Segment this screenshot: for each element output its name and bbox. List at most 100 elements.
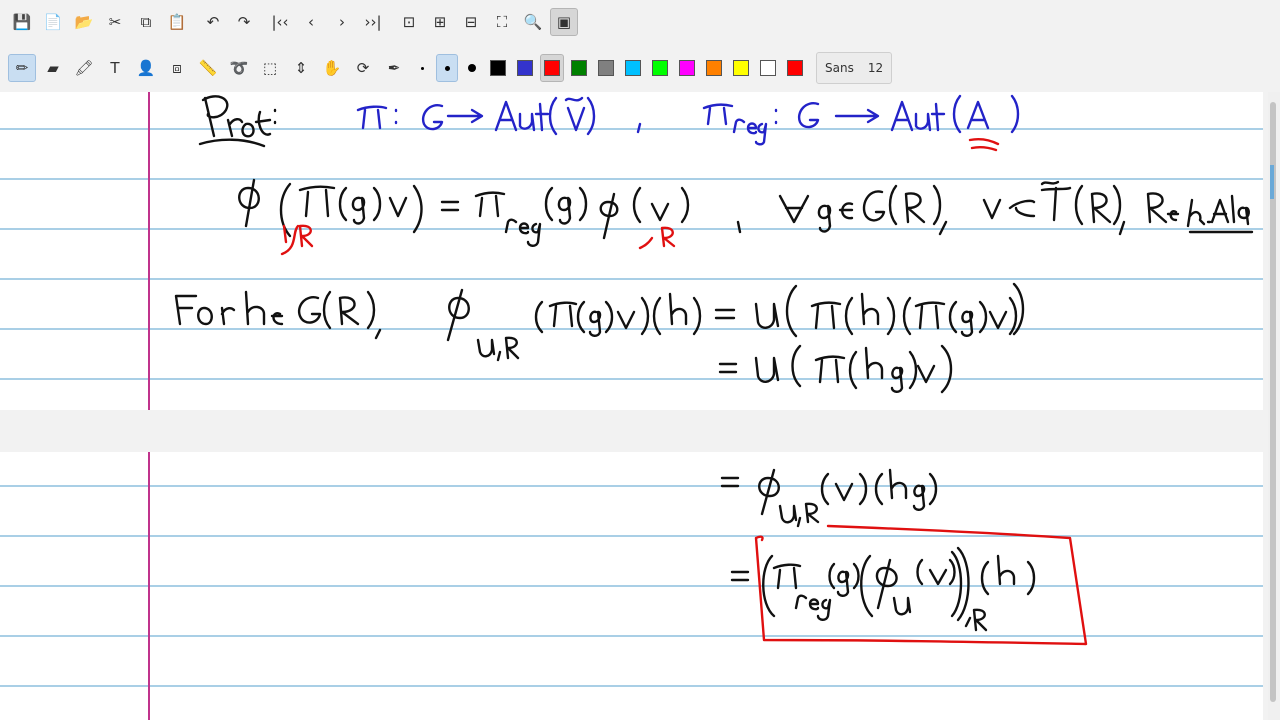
color-swatch-icon: [706, 60, 722, 76]
font-size: 12: [867, 61, 884, 75]
dot-icon: [468, 64, 476, 72]
pen-settings-icon: ✒: [387, 59, 401, 77]
blue-equation-ink: [356, 94, 1020, 146]
fullscreen-icon: ⛶: [496, 13, 508, 31]
zoom-fit-button[interactable]: ⊡: [395, 8, 423, 36]
pen-settings-tool[interactable]: ✒: [380, 54, 408, 82]
rect-select-tool[interactable]: ⬚: [256, 54, 284, 82]
pen-size-fine[interactable]: [411, 54, 433, 82]
color-light-blue[interactable]: [621, 54, 645, 82]
select-rect-icon: ⬚: [262, 59, 278, 77]
color-swatch-icon: [679, 60, 695, 76]
color-blue[interactable]: [513, 54, 537, 82]
scroll-position-indicator: [1270, 165, 1274, 199]
image-tool[interactable]: 👤: [132, 54, 160, 82]
hand-icon: ✋: [322, 59, 342, 77]
color-swatch-icon: [490, 60, 506, 76]
color-swatch-icon: [652, 60, 668, 76]
color-current[interactable]: [783, 54, 807, 82]
color-green[interactable]: [567, 54, 591, 82]
new-page-button[interactable]: 📄: [39, 8, 67, 36]
color-light-green[interactable]: [648, 54, 672, 82]
shape-icon: ⧈: [172, 59, 182, 77]
shrink-icon: ⊟: [464, 13, 478, 31]
presentation-icon: ▣: [556, 13, 572, 31]
fit-width-icon: ⊞: [433, 13, 447, 31]
lasso-icon: ➰: [229, 59, 249, 77]
color-red[interactable]: [540, 54, 564, 82]
next-page-button[interactable]: ›: [328, 8, 356, 36]
first-page-button[interactable]: |‹‹: [266, 8, 294, 36]
color-orange[interactable]: [702, 54, 726, 82]
paste-button[interactable]: 📋: [163, 8, 191, 36]
shape-tool[interactable]: ⧈: [163, 54, 191, 82]
color-swatch-icon: [517, 60, 533, 76]
ruler-icon: 📏: [198, 59, 218, 77]
text-icon: T: [110, 59, 120, 77]
color-magenta[interactable]: [675, 54, 699, 82]
open-button[interactable]: 📂: [70, 8, 98, 36]
proof-label-ink: [198, 95, 277, 148]
redo-button[interactable]: ↷: [230, 8, 258, 36]
copy-button[interactable]: ⧉: [132, 8, 160, 36]
undo-button[interactable]: ↶: [199, 8, 227, 36]
zoom-button[interactable]: 🔍: [519, 8, 547, 36]
chevron-left-icon: ‹: [308, 13, 314, 31]
red-subscript-ink: [280, 224, 676, 256]
zoom-width-button[interactable]: ⊞: [426, 8, 454, 36]
save-button[interactable]: 💾: [8, 8, 36, 36]
red-underline-ink: [968, 138, 1000, 152]
color-swatch-icon: [787, 60, 803, 76]
journal-page-2[interactable]: [0, 452, 1263, 720]
copy-icon: ⧉: [140, 13, 152, 31]
final-equality-ink: [730, 546, 1036, 632]
lasso-select-tool[interactable]: ➰: [225, 54, 253, 82]
pen-size-medium[interactable]: [436, 54, 458, 82]
fullscreen-button[interactable]: ⛶: [488, 8, 516, 36]
presentation-button[interactable]: ▣: [550, 8, 578, 36]
last-page-button[interactable]: ››|: [359, 8, 387, 36]
font-selector-button[interactable]: Sans 12: [816, 52, 893, 84]
main-toolbar: 💾 📄 📂 ✂ ⧉ 📋 ↶ ↷ |‹‹ ‹ › ››| ⊡ ⊞ ⊟ ⛶ 🔍 ▣: [0, 6, 1278, 38]
dot-icon: [420, 66, 424, 70]
magnifier-icon: 🔍: [523, 13, 543, 31]
chevron-right-icon: ›: [339, 13, 345, 31]
highlighter-tool[interactable]: 🖍: [70, 54, 98, 82]
color-swatch-icon: [733, 60, 749, 76]
zoom-out-fit-button[interactable]: ⊟: [457, 8, 485, 36]
equivariance-equation-ink: [238, 178, 1254, 247]
tools-toolbar: ✏ ▰ 🖍 T 👤 ⧈ 📏 ➰ ⬚ ⇕ ✋ ⟳ ✒ Sans 12: [0, 51, 1278, 85]
folder-icon: 📂: [74, 13, 94, 31]
new-file-icon: 📄: [43, 13, 63, 31]
vertical-space-icon: ⇕: [294, 59, 308, 77]
color-gray[interactable]: [594, 54, 618, 82]
clipboard-icon: 📋: [167, 13, 187, 31]
color-swatch-icon: [760, 60, 776, 76]
pen-size-thick[interactable]: [461, 54, 483, 82]
font-name: Sans: [825, 61, 854, 75]
journal-page-1[interactable]: [0, 92, 1263, 410]
vertical-space-tool[interactable]: ⇕: [287, 54, 315, 82]
color-black[interactable]: [486, 54, 510, 82]
color-swatch-icon: [598, 60, 614, 76]
handwritten-notes-page-2: [720, 468, 1088, 646]
color-white[interactable]: [756, 54, 780, 82]
redo-icon: ↷: [237, 13, 251, 31]
color-yellow[interactable]: [729, 54, 753, 82]
eraser-icon: ▰: [47, 59, 59, 77]
ruler-tool[interactable]: 📏: [194, 54, 222, 82]
default-tool[interactable]: ⟳: [349, 54, 377, 82]
previous-page-button[interactable]: ‹: [297, 8, 325, 36]
text-tool[interactable]: T: [101, 54, 129, 82]
cut-button[interactable]: ✂: [101, 8, 129, 36]
hand-tool[interactable]: ✋: [318, 54, 346, 82]
refresh-icon: ⟳: [356, 59, 370, 77]
pencil-icon: ✏: [15, 59, 29, 77]
save-icon: 💾: [12, 13, 32, 31]
pen-tool[interactable]: ✏: [8, 54, 36, 82]
first-page-icon: |‹‹: [271, 13, 289, 31]
image-icon: 👤: [136, 59, 156, 77]
last-page-icon: ››|: [364, 13, 382, 31]
scissors-icon: ✂: [108, 13, 122, 31]
eraser-tool[interactable]: ▰: [39, 54, 67, 82]
